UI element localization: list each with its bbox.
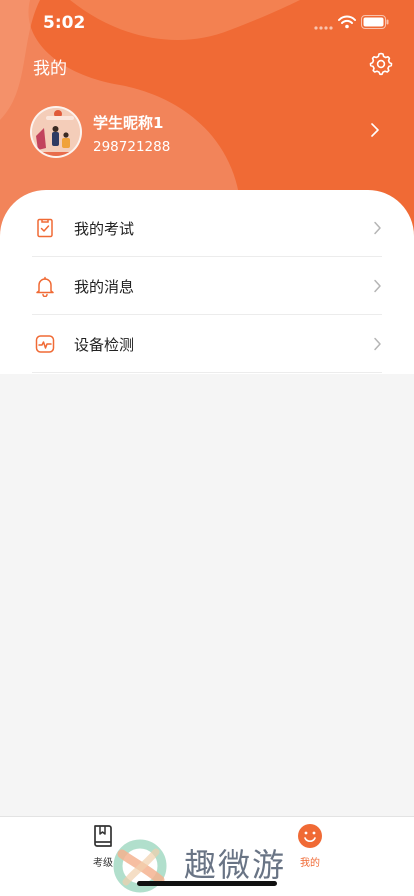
menu-card: 我的考试 我的消息 设备检测	[0, 190, 414, 374]
menu-item-label: 我的考试	[74, 220, 135, 238]
device-check-icon	[35, 335, 55, 353]
watermark-text: 趣微游	[184, 846, 287, 884]
user-id: 298721288	[93, 139, 171, 155]
menu-item-my-messages[interactable]: 我的消息	[32, 257, 382, 315]
status-bar: 5:02	[0, 0, 414, 46]
avatar[interactable]	[30, 106, 82, 158]
chevron-right-icon	[374, 221, 381, 235]
nickname: 学生昵称1	[93, 114, 164, 132]
exam-checklist-icon	[37, 218, 53, 238]
divider	[32, 372, 382, 373]
avatar-illustration	[32, 108, 80, 156]
menu-item-device-check[interactable]: 设备检测	[32, 315, 382, 373]
watermark: 趣微游	[112, 838, 312, 896]
menu-item-label: 我的消息	[74, 278, 135, 296]
cellular-signal-icon	[314, 26, 333, 30]
bell-icon	[36, 276, 54, 297]
chevron-right-icon	[374, 337, 381, 351]
profile-row[interactable]: 学生昵称1 298721288	[30, 106, 390, 162]
chevron-right-icon	[374, 279, 381, 293]
chevron-right-icon[interactable]	[370, 122, 380, 138]
status-time: 5:02	[43, 13, 86, 33]
home-indicator	[137, 881, 277, 886]
settings-gear-icon[interactable]	[369, 52, 393, 76]
menu-item-label: 设备检测	[74, 336, 135, 354]
battery-icon	[361, 15, 389, 29]
menu-item-my-exams[interactable]: 我的考试	[32, 199, 382, 257]
wifi-icon	[338, 15, 356, 29]
page-title: 我的	[33, 59, 67, 79]
